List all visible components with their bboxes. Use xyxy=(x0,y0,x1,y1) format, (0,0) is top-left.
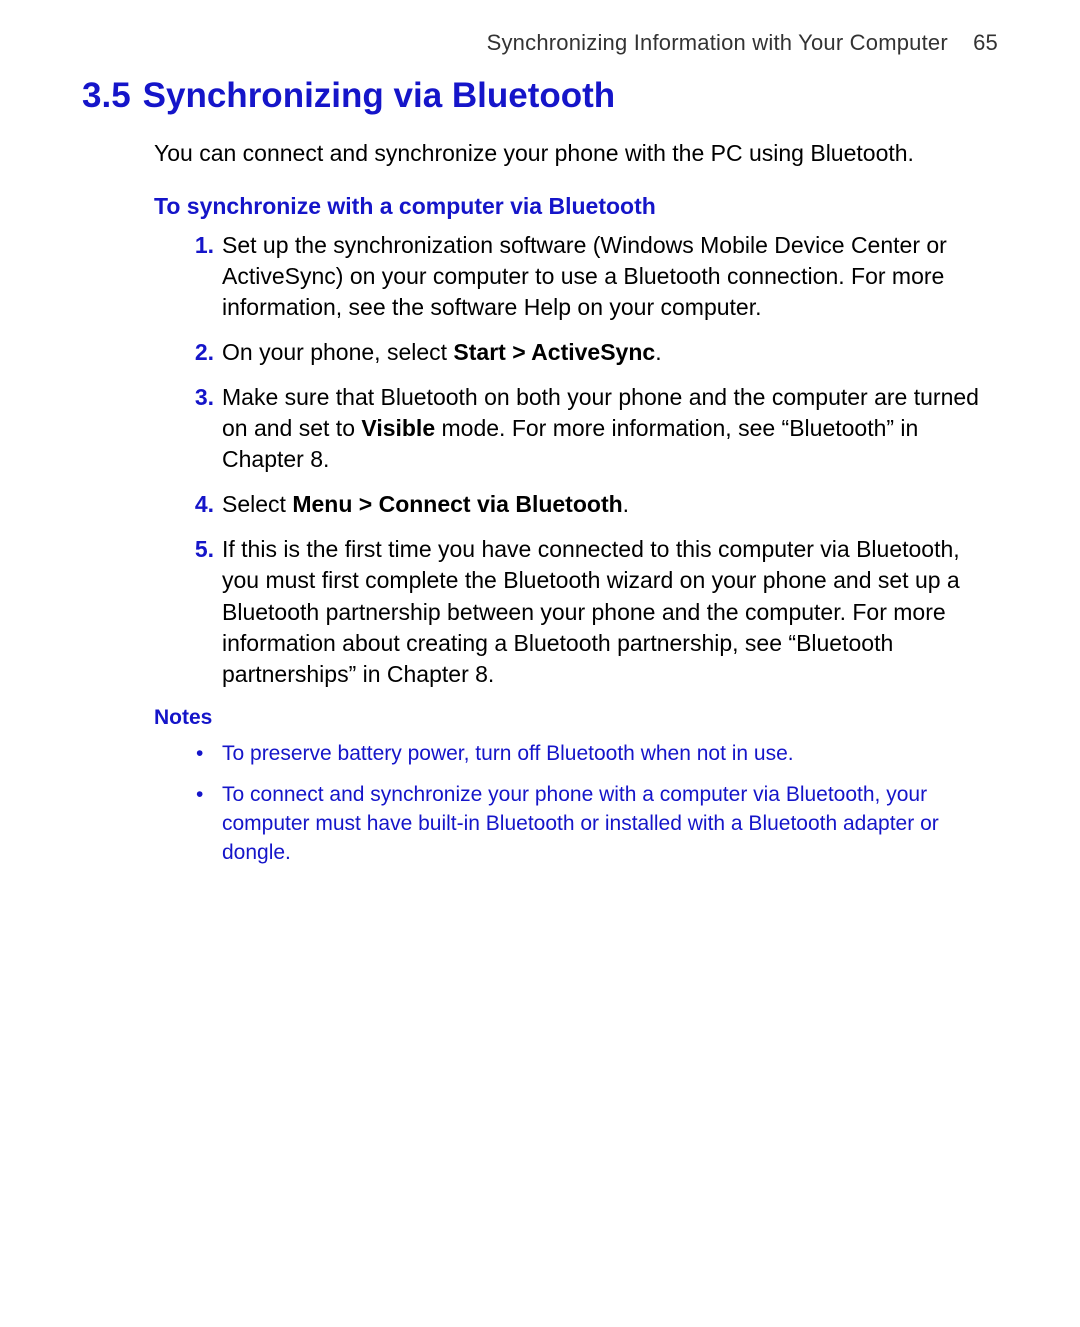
notes-list: To preserve battery power, turn off Blue… xyxy=(190,740,998,868)
step-item: 3. Make sure that Bluetooth on both your … xyxy=(182,382,998,475)
step-item: 1. Set up the synchronization software (W… xyxy=(182,230,998,323)
section-title: Synchronizing via Bluetooth xyxy=(143,76,616,115)
step-item: 5. If this is the first time you have con… xyxy=(182,534,998,689)
section-number: 3.5 xyxy=(82,76,131,115)
step-number: 2. xyxy=(182,337,214,368)
step-number: 5. xyxy=(182,534,214,565)
step-item: 2. On your phone, select Start > ActiveSy… xyxy=(182,337,998,368)
intro-paragraph: You can connect and synchronize your pho… xyxy=(154,138,998,169)
step-number: 3. xyxy=(182,382,214,413)
page-number: 65 xyxy=(973,30,998,55)
note-item: To preserve battery power, turn off Blue… xyxy=(190,740,998,769)
step-text: Select Menu > Connect via Bluetooth. xyxy=(222,491,629,517)
step-number: 1. xyxy=(182,230,214,261)
section-heading: 3.5 Synchronizing via Bluetooth xyxy=(82,76,998,116)
step-text: Make sure that Bluetooth on both your ph… xyxy=(222,384,979,472)
subheading: To synchronize with a computer via Bluet… xyxy=(154,193,998,220)
step-text: Set up the synchronization software (Win… xyxy=(222,232,947,320)
step-text: If this is the first time you have conne… xyxy=(222,536,960,686)
step-text: On your phone, select Start > ActiveSync… xyxy=(222,339,662,365)
running-header: Synchronizing Information with Your Comp… xyxy=(82,30,998,56)
steps-list: 1. Set up the synchronization software (W… xyxy=(182,230,998,690)
notes-heading: Notes xyxy=(154,706,998,730)
running-title: Synchronizing Information with Your Comp… xyxy=(487,30,948,55)
note-item: To connect and synchronize your phone wi… xyxy=(190,781,998,868)
step-number: 4. xyxy=(182,489,214,520)
step-item: 4. Select Menu > Connect via Bluetooth. xyxy=(182,489,998,520)
